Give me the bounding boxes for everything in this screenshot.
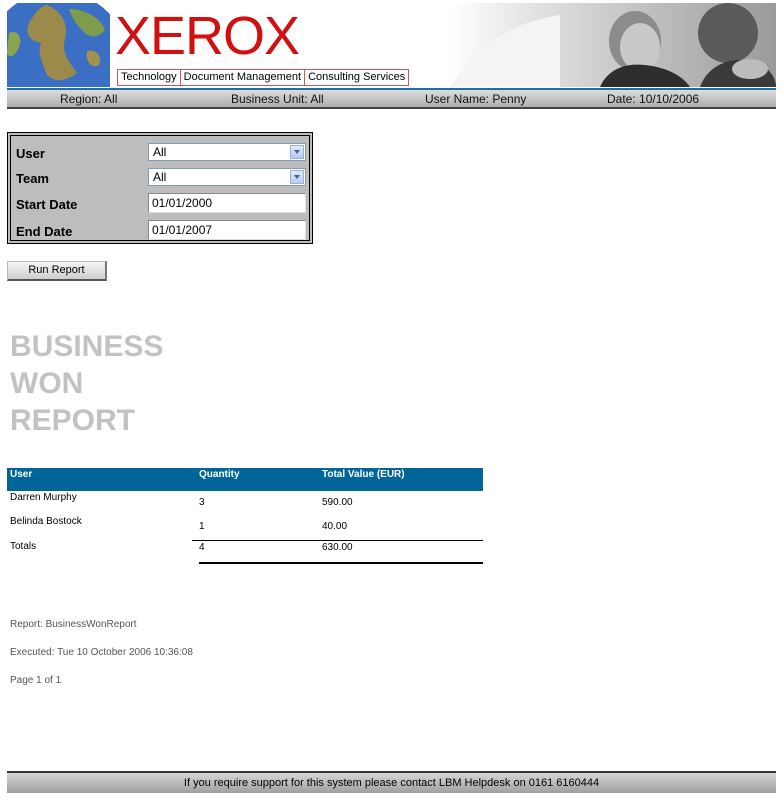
chevron-down-icon[interactable] (290, 170, 304, 184)
row-user: Darren Murphy (10, 492, 77, 503)
report-filter-panel: User All Team All Start Date 01/01/2000 … (7, 132, 313, 244)
chevron-down-icon[interactable] (290, 145, 304, 159)
report-title-line: BUSINESS (10, 330, 164, 363)
executed-timestamp: Executed: Tue 10 October 2006 10:36:08 (10, 647, 193, 658)
user-select-value: All (153, 145, 167, 159)
page-indicator: Page 1 of 1 (10, 675, 62, 686)
header-tab-technology: Technology (117, 69, 180, 86)
user-filter-label: User (16, 146, 45, 161)
report-title: BUSINESS WON REPORT (10, 328, 210, 439)
start-date-label: Start Date (16, 197, 78, 212)
team-select[interactable]: All (148, 168, 306, 186)
totals-label: Totals (10, 541, 37, 552)
region-label: Region: All (60, 92, 118, 106)
totals-total: 630.00 (322, 542, 353, 553)
team-filter-label: Team (16, 171, 49, 186)
start-date-input[interactable]: 01/01/2000 (148, 193, 306, 213)
report-name-text: Report: BusinessWonReport (10, 619, 137, 630)
globe-image (7, 3, 110, 87)
info-bar-divider (7, 107, 776, 109)
support-footer: If you require support for this system p… (7, 771, 776, 793)
end-date-label: End Date (16, 224, 73, 239)
header-tab-consulting-services: Consulting Services (304, 69, 410, 86)
row-total: 40.00 (322, 521, 348, 532)
user-name-label: User Name: Penny (425, 92, 527, 106)
totals-divider (192, 540, 483, 541)
report-title-line: REPORT (10, 404, 136, 437)
end-date-input[interactable]: 01/01/2007 (148, 220, 306, 240)
row-quantity: 1 (199, 521, 205, 532)
filter-panel-border: User All Team All Start Date 01/01/2000 … (10, 135, 310, 241)
business-unit-label: Business Unit: All (231, 92, 324, 106)
totals-underline (199, 562, 483, 564)
row-total: 590.00 (322, 497, 353, 508)
user-select[interactable]: All (148, 143, 306, 161)
column-header-quantity: Quantity (199, 469, 240, 480)
date-label: Date: 10/10/2006 (607, 92, 700, 106)
xerox-logo: XEROX (115, 6, 300, 66)
row-user: Belinda Bostock (10, 516, 82, 527)
header-tab-document-management: Document Management (179, 69, 305, 86)
team-select-value: All (153, 170, 167, 184)
info-bar: Region: All Business Unit: All User Name… (7, 88, 776, 109)
report-title-line: WON (10, 367, 84, 400)
table-header: User Quantity Total Value (EUR) (7, 468, 483, 491)
header-tabs: Technology Document Management Consultin… (117, 69, 410, 86)
totals-quantity: 4 (199, 542, 205, 553)
business-people-photo (450, 3, 776, 87)
business-won-table: User Quantity Total Value (EUR) Darren M… (7, 468, 483, 553)
column-header-user: User (10, 469, 33, 480)
column-header-total-value: Total Value (EUR) (322, 469, 405, 480)
run-report-button[interactable]: Run Report (7, 261, 107, 281)
row-quantity: 3 (199, 497, 205, 508)
header-banner: XEROX Technology Document Management Con… (7, 3, 776, 87)
